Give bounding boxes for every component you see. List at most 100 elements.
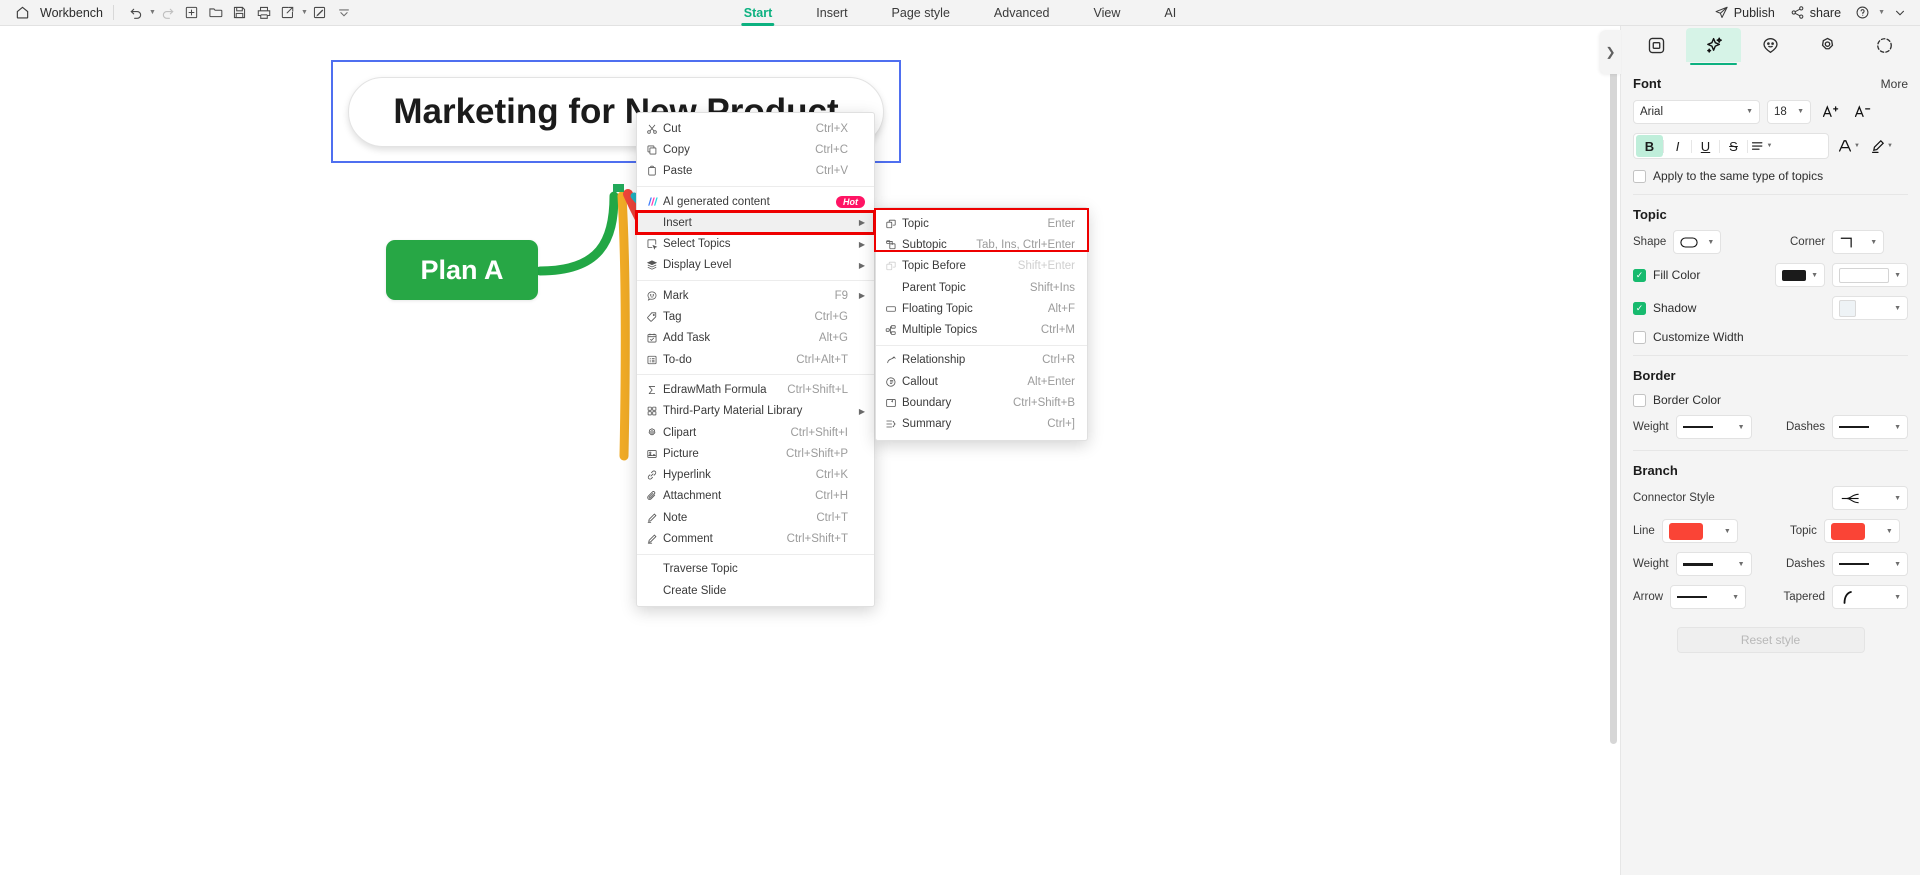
history-tab[interactable] [1857, 28, 1912, 62]
menu-item-tag[interactable]: Tag Ctrl+G [637, 306, 874, 327]
font-more-link[interactable]: More [1881, 77, 1908, 91]
publish-button[interactable]: Publish [1708, 3, 1781, 22]
shape-select[interactable]: ▼ [1673, 230, 1722, 254]
menu-item-traverse-topic[interactable]: Traverse Topic [637, 559, 874, 580]
shadow-style-select[interactable]: ▼ [1832, 296, 1908, 320]
menu-item-insert[interactable]: Insert ▶ [635, 210, 876, 236]
submenu-item-topic[interactable]: Topic Enter [876, 213, 1087, 234]
strikethrough-button[interactable]: S [1720, 135, 1747, 157]
export-share-icon[interactable] [276, 1, 300, 25]
border-weight-select[interactable]: ▼ [1675, 415, 1752, 439]
corner-select[interactable]: ▼ [1832, 230, 1885, 254]
badge-tab[interactable] [1800, 28, 1855, 62]
fill-secondary-swatch-select[interactable]: ▼ [1832, 263, 1908, 287]
undo-caret-icon[interactable]: ▼ [149, 9, 156, 16]
save-icon[interactable] [228, 1, 252, 25]
branch-arrow-select[interactable]: ▼ [1670, 585, 1747, 609]
font-family-select[interactable]: Arial ▼ [1633, 99, 1760, 124]
font-color-button[interactable]: ▼ [1835, 138, 1862, 154]
menu-item-note[interactable]: Note Ctrl+T [637, 507, 874, 528]
context-menu[interactable]: Cut Ctrl+X Copy Ctrl+C Paste Ctrl+V AI g… [635, 112, 876, 608]
customize-width-checkbox[interactable] [1633, 330, 1646, 344]
menu-item-cut[interactable]: Cut Ctrl+X [637, 118, 874, 139]
resize-handle[interactable] [613, 184, 624, 192]
workbench-button[interactable]: Workbench [10, 1, 103, 25]
menu-item-comment[interactable]: Comment Ctrl+Shift+T [637, 528, 874, 549]
edit-box-icon[interactable] [308, 1, 332, 25]
menu-item-third-party-material-library[interactable]: Third-Party Material Library ▶ [637, 401, 874, 422]
apply-same-type-row[interactable]: Apply to the same type of topics [1633, 169, 1908, 183]
menu-item-edrawmath-formula[interactable]: EdrawMath Formula Ctrl+Shift+L [637, 379, 874, 400]
branch-topic-color-select[interactable]: ▼ [1823, 519, 1900, 543]
submenu-item-subtopic[interactable]: Subtopic Tab, Ins, Ctrl+Enter [876, 234, 1087, 255]
connector-style-select[interactable]: ▼ [1832, 486, 1908, 510]
more-chevron-icon[interactable] [332, 1, 356, 25]
branch-weight-select[interactable]: ▼ [1675, 552, 1752, 576]
tab-ai[interactable]: AI [1142, 0, 1198, 26]
menu-item-attachment[interactable]: Attachment Ctrl+H [637, 486, 874, 507]
tab-advanced[interactable]: Advanced [972, 0, 1072, 26]
collapse-ribbon-icon[interactable] [1888, 1, 1912, 25]
menu-item-hyperlink[interactable]: Hyperlink Ctrl+K [637, 464, 874, 485]
panel-collapse-button[interactable]: ❯ [1600, 30, 1621, 74]
menu-item-picture[interactable]: Picture Ctrl+Shift+P [637, 443, 874, 464]
customize-width-row[interactable]: Customize Width [1633, 330, 1908, 344]
share-button[interactable]: share [1784, 3, 1847, 22]
submenu-item-parent-topic[interactable]: Parent Topic Shift+Ins [876, 277, 1087, 298]
decrease-font-size-button[interactable] [1850, 99, 1875, 124]
shape-style-tab[interactable] [1629, 28, 1684, 62]
help-icon[interactable] [1850, 1, 1874, 25]
apply-same-type-checkbox[interactable] [1633, 169, 1646, 183]
submenu-item-summary[interactable]: Summary Ctrl+] [876, 414, 1087, 435]
help-caret-icon[interactable]: ▼ [1878, 9, 1885, 16]
open-folder-icon[interactable] [204, 1, 228, 25]
menu-item-display-level[interactable]: Display Level ▶ [637, 255, 874, 276]
border-dashes-select[interactable]: ▼ [1832, 415, 1908, 439]
canvas-scrollbar-thumb[interactable] [1610, 30, 1617, 744]
submenu-item-floating-topic[interactable]: Floating Topic Alt+F [876, 298, 1087, 319]
font-size-select[interactable]: 18 ▼ [1767, 99, 1811, 124]
print-icon[interactable] [252, 1, 276, 25]
submenu-item-callout[interactable]: Callout Alt+Enter [876, 371, 1087, 392]
text-style-tab[interactable] [1686, 28, 1741, 65]
highlight-color-button[interactable]: ▼ [1868, 138, 1895, 154]
reset-style-button[interactable]: Reset style [1676, 627, 1865, 653]
tab-page-style[interactable]: Page style [870, 0, 972, 26]
branch-dashes-select[interactable]: ▼ [1832, 552, 1908, 576]
submenu-item-multiple-topics[interactable]: Multiple Topics Ctrl+M [876, 319, 1087, 340]
topic-node-plan-a[interactable]: Plan A [386, 240, 538, 300]
tab-view[interactable]: View [1072, 0, 1143, 26]
menu-item-copy[interactable]: Copy Ctrl+C [637, 139, 874, 160]
underline-button[interactable]: U [1692, 135, 1719, 157]
redo-icon[interactable] [156, 1, 180, 25]
border-color-row[interactable]: Border Color [1633, 393, 1908, 407]
branch-line-color-select[interactable]: ▼ [1661, 519, 1738, 543]
color-swatch [1668, 522, 1703, 540]
fill-color-swatch-select[interactable]: ▼ [1775, 263, 1825, 287]
export-caret-icon[interactable]: ▼ [301, 9, 308, 16]
text-align-button[interactable]: ▼ [1748, 135, 1775, 157]
fill-color-checkbox[interactable]: ✓ [1633, 268, 1646, 282]
bold-button[interactable]: B [1636, 135, 1663, 157]
menu-item-mark[interactable]: Mark F9 ▶ [637, 285, 874, 306]
shadow-checkbox[interactable]: ✓ [1633, 301, 1646, 315]
menu-item-select-topics[interactable]: Select Topics ▶ [637, 233, 874, 254]
insert-submenu[interactable]: Topic Enter Subtopic Tab, Ins, Ctrl+Ente… [875, 207, 1088, 441]
menu-item-todo[interactable]: To-do Ctrl+Alt+T [637, 349, 874, 370]
menu-item-ai-generated-content[interactable]: AI generated content Hot [637, 191, 874, 212]
menu-item-add-task[interactable]: Add Task Alt+G [637, 328, 874, 349]
menu-item-clipart[interactable]: Clipart Ctrl+Shift+I [637, 422, 874, 443]
submenu-item-relationship[interactable]: Relationship Ctrl+R [876, 350, 1087, 371]
border-color-checkbox[interactable] [1633, 393, 1646, 407]
menu-item-paste[interactable]: Paste Ctrl+V [637, 161, 874, 182]
menu-item-create-slide[interactable]: Create Slide [637, 580, 874, 601]
submenu-item-boundary[interactable]: Boundary Ctrl+Shift+B [876, 392, 1087, 413]
increase-font-size-button[interactable] [1818, 99, 1843, 124]
tab-start[interactable]: Start [722, 0, 794, 26]
new-document-icon[interactable] [180, 1, 204, 25]
branch-tapered-select[interactable]: ▼ [1832, 585, 1908, 609]
tab-insert[interactable]: Insert [794, 0, 869, 26]
undo-icon[interactable] [124, 1, 148, 25]
italic-button[interactable]: I [1664, 135, 1691, 157]
theme-tab[interactable] [1743, 28, 1798, 62]
